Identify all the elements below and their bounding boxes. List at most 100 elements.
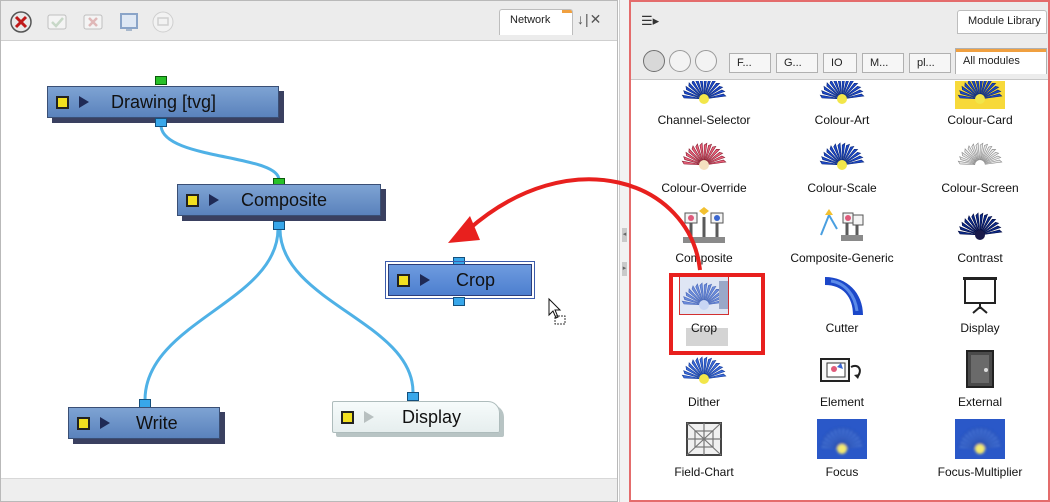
screenshot-stage: Network ↓|✕ Drawing [tvg] Composite Crop… [0,0,1050,502]
module-cutter[interactable]: Cutter [769,275,909,347]
module-label: Field-Chart [674,465,734,479]
field-chart-icon [679,419,729,459]
module-label: Focus-Multiplier [937,465,1023,479]
tab-network-label: Network [510,14,551,26]
network-toolbar: Network ↓|✕ [1,1,617,41]
module-label: Channel-Selector [657,113,751,127]
library-category-bar: F... G... IO M... pl... All modules [631,42,1048,80]
delete-icon[interactable] [9,10,33,34]
node-display[interactable]: Display [332,401,500,433]
flower-blue-icon [679,81,729,105]
node-crop[interactable]: Crop [385,261,535,299]
module-label: Colour-Card [947,113,1013,127]
node-crop-label: Crop [456,269,496,290]
composite-output-port[interactable] [273,221,285,230]
module-dither[interactable]: Dither [631,349,771,421]
node-drawing[interactable]: Drawing [tvg] [47,86,279,118]
node-expand-arrow[interactable] [100,417,110,429]
drag-cursor-icon [548,297,566,325]
composite-icon [679,205,729,245]
node-composite[interactable]: Composite [177,184,381,216]
node-enable-toggle[interactable] [341,410,354,424]
tab-category-f[interactable]: F... [729,53,771,73]
node-enable-toggle[interactable] [77,416,90,430]
module-label: Colour-Override [661,181,747,195]
tab-category-io[interactable]: IO [823,53,857,73]
node-expand-arrow[interactable] [79,96,89,108]
view-list-icon[interactable] [669,50,691,72]
flower-red-icon [679,135,729,175]
disable-icon[interactable] [81,10,105,34]
node-enable-toggle[interactable] [56,95,69,109]
module-grid: Channel-Selector Colour-Art Colour-Card Col… [631,81,1048,500]
crop-output-port[interactable] [453,297,465,306]
flower-dither-icon [679,349,729,389]
collapse-right-icon[interactable]: ▸ [622,262,627,276]
node-display-label: Display [402,406,462,427]
tab-module-library[interactable]: Module Library [957,10,1047,34]
module-display[interactable]: Display [907,275,1047,347]
tab-network[interactable]: Network [499,9,573,35]
network-view: Network ↓|✕ Drawing [tvg] Composite Crop… [0,0,618,502]
cable-composite-display [278,228,415,393]
external-icon [955,349,1005,389]
node-expand-arrow[interactable] [209,194,219,206]
module-focus-multiplier[interactable]: Focus-Multiplier [907,419,1047,491]
cutter-icon [817,275,867,315]
node-enable-toggle[interactable] [397,273,410,287]
panel-splitter[interactable]: ◂ ▸ [619,0,629,502]
module-focus[interactable]: Focus [769,419,909,491]
module-library-panel: ☰▸ Module Library F... G... IO M... pl..… [629,0,1050,502]
node-write-label: Write [136,412,178,433]
drawing-output-port[interactable] [155,118,167,127]
display-icon [955,275,1005,315]
flower-outline-icon [955,135,1005,175]
module-label: External [957,395,1003,409]
composite-generic-icon [817,205,867,245]
element-icon [817,349,867,389]
network-statusbar [1,478,617,501]
panel-menu-icon[interactable]: ☰▸ [641,13,659,29]
enable-icon[interactable] [45,10,69,34]
display-input-port[interactable] [407,392,419,401]
node-enable-toggle[interactable] [186,193,199,207]
node-composite-label: Composite [241,189,328,210]
node-expand-arrow[interactable] [364,411,374,423]
module-colour-screen[interactable]: Colour-Screen [907,135,1047,207]
module-element[interactable]: Element [769,349,909,421]
tab-category-m[interactable]: M... [862,53,904,73]
module-external[interactable]: External [907,349,1047,421]
drawing-input-port[interactable] [155,76,167,85]
crop-module-highlight [669,273,765,355]
module-colour-scale[interactable]: Colour-Scale [769,135,909,207]
tab-category-all-modules[interactable]: All modules [955,48,1047,74]
flower-yellow-card-icon [955,81,1005,109]
tab-category-g[interactable]: G... [776,53,818,73]
node-write[interactable]: Write [68,407,220,439]
tab-module-library-label: Module Library [968,15,1041,27]
collapse-left-icon[interactable]: ◂ [622,228,627,242]
module-label: Display [960,321,1000,335]
module-composite[interactable]: Composite [631,205,771,277]
node-expand-arrow[interactable] [420,274,430,286]
module-label: Colour-Art [814,113,870,127]
module-composite-generic[interactable]: Composite-Generic [769,205,909,277]
module-contrast[interactable]: Contrast [907,205,1047,277]
screen-icon[interactable] [117,10,141,34]
tab-controls[interactable]: ↓|✕ [577,11,602,28]
cable-drawing-composite [159,124,281,181]
library-toolbar: ☰▸ Module Library [631,2,1048,42]
tab-category-pl[interactable]: pl... [909,53,951,73]
view-icons-icon[interactable] [643,50,665,72]
node-drawing-label: Drawing [tvg] [111,91,217,112]
network-canvas[interactable]: Drawing [tvg] Composite Crop Write Displ… [1,42,617,478]
monitor-icon[interactable] [151,10,175,34]
cable-composite-write [143,228,280,401]
flower-blur-icon [817,419,867,459]
module-label: Colour-Scale [807,181,877,195]
module-label: Contrast [957,251,1003,265]
module-field-chart[interactable]: Field-Chart [631,419,771,491]
module-colour-override[interactable]: Colour-Override [631,135,771,207]
view-grid-icon[interactable] [695,50,717,72]
module-label: Colour-Screen [941,181,1019,195]
